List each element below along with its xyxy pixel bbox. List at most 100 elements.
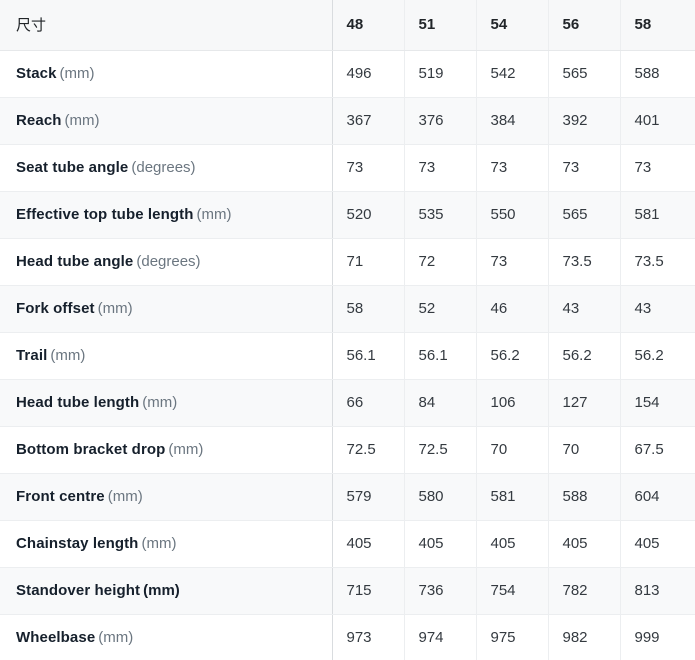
cell-value-size-54: 106 bbox=[476, 379, 549, 427]
cell-value-size-58: 56.2 bbox=[620, 332, 695, 380]
row-label-unit: (mm) bbox=[97, 300, 133, 317]
row-label-name: Standover height bbox=[16, 582, 141, 599]
cell-value-size-54: 405 bbox=[476, 520, 549, 568]
row-label: Fork offset (mm) bbox=[0, 285, 333, 333]
row-label-unit: (mm) bbox=[141, 535, 177, 552]
cell-value-size-56: 565 bbox=[548, 50, 621, 98]
row-label: Bottom bracket drop (mm) bbox=[0, 426, 333, 474]
cell-value-size-58: 73.5 bbox=[620, 238, 695, 286]
cell-value-size-48: 496 bbox=[332, 50, 405, 98]
row-label: Wheelbase (mm) bbox=[0, 614, 333, 660]
table-row: Standover height (mm) 715 736 754 782 813 bbox=[0, 567, 695, 615]
row-label: Reach (mm) bbox=[0, 97, 333, 145]
row-label-name: Seat tube angle bbox=[16, 159, 129, 176]
cell-value-size-51: 405 bbox=[404, 520, 477, 568]
row-label-unit: (mm) bbox=[107, 488, 143, 505]
cell-value-size-56: 982 bbox=[548, 614, 621, 660]
bike-geometry-table-container: 尺寸 48 51 54 56 58 Stack (mm) 496 519 542 565 5… bbox=[0, 0, 695, 660]
column-header-size-label: 尺寸 bbox=[0, 0, 333, 51]
row-label: Seat tube angle (degrees) bbox=[0, 144, 333, 192]
row-label-name: Effective top tube length bbox=[16, 206, 194, 223]
cell-value-size-54: 542 bbox=[476, 50, 549, 98]
cell-value-size-58: 73 bbox=[620, 144, 695, 192]
row-label-name: Stack bbox=[16, 65, 57, 82]
cell-value-size-51: 736 bbox=[404, 567, 477, 615]
row-label-unit: (mm) bbox=[196, 206, 232, 223]
table-header-row: 尺寸 48 51 54 56 58 bbox=[0, 0, 695, 51]
row-label: Effective top tube length (mm) bbox=[0, 191, 333, 239]
cell-value-size-54: 581 bbox=[476, 473, 549, 521]
cell-value-size-48: 66 bbox=[332, 379, 405, 427]
table-row: Front centre (mm) 579 580 581 588 604 bbox=[0, 473, 695, 521]
cell-value-size-54: 46 bbox=[476, 285, 549, 333]
table-row: Fork offset (mm) 58 52 46 43 43 bbox=[0, 285, 695, 333]
column-header-size-48: 48 bbox=[332, 0, 405, 51]
cell-value-size-54: 56.2 bbox=[476, 332, 549, 380]
column-header-size-58: 58 bbox=[620, 0, 695, 51]
row-label-unit: (mm) bbox=[142, 394, 178, 411]
table-row: Chainstay length (mm) 405 405 405 405 405 bbox=[0, 520, 695, 568]
cell-value-size-56: 73 bbox=[548, 144, 621, 192]
cell-value-size-56: 392 bbox=[548, 97, 621, 145]
cell-value-size-51: 376 bbox=[404, 97, 477, 145]
table-row: Head tube angle (degrees) 71 72 73 73.5 73.5 bbox=[0, 238, 695, 286]
cell-value-size-58: 604 bbox=[620, 473, 695, 521]
cell-value-size-56: 73.5 bbox=[548, 238, 621, 286]
cell-value-size-48: 71 bbox=[332, 238, 405, 286]
cell-value-size-51: 580 bbox=[404, 473, 477, 521]
cell-value-size-48: 520 bbox=[332, 191, 405, 239]
row-label-name: Trail bbox=[16, 347, 48, 364]
cell-value-size-48: 715 bbox=[332, 567, 405, 615]
cell-value-size-48: 405 bbox=[332, 520, 405, 568]
cell-value-size-54: 384 bbox=[476, 97, 549, 145]
cell-value-size-48: 72.5 bbox=[332, 426, 405, 474]
table-row: Seat tube angle (degrees) 73 73 73 73 73 bbox=[0, 144, 695, 192]
row-label: Trail (mm) bbox=[0, 332, 333, 380]
row-label: Standover height (mm) bbox=[0, 567, 333, 615]
cell-value-size-54: 73 bbox=[476, 144, 549, 192]
row-label-unit: (degrees) bbox=[136, 253, 201, 270]
cell-value-size-58: 405 bbox=[620, 520, 695, 568]
table-row: Effective top tube length (mm) 520 535 550 56… bbox=[0, 191, 695, 239]
row-label-name: Bottom bracket drop bbox=[16, 441, 166, 458]
row-label-name: Wheelbase bbox=[16, 629, 96, 646]
cell-value-size-51: 974 bbox=[404, 614, 477, 660]
bike-geometry-table: 尺寸 48 51 54 56 58 Stack (mm) 496 519 542 565 5… bbox=[0, 0, 695, 660]
cell-value-size-56: 782 bbox=[548, 567, 621, 615]
cell-value-size-54: 550 bbox=[476, 191, 549, 239]
cell-value-size-48: 56.1 bbox=[332, 332, 405, 380]
cell-value-size-51: 519 bbox=[404, 50, 477, 98]
cell-value-size-51: 52 bbox=[404, 285, 477, 333]
table-row: Wheelbase (mm) 973 974 975 982 999 bbox=[0, 614, 695, 660]
cell-value-size-48: 973 bbox=[332, 614, 405, 660]
column-header-size-56: 56 bbox=[548, 0, 621, 51]
column-header-size-54: 54 bbox=[476, 0, 549, 51]
cell-value-size-56: 565 bbox=[548, 191, 621, 239]
cell-value-size-48: 367 bbox=[332, 97, 405, 145]
row-label-name: Reach bbox=[16, 112, 62, 129]
table-row: Reach (mm) 367 376 384 392 401 bbox=[0, 97, 695, 145]
cell-value-size-51: 72.5 bbox=[404, 426, 477, 474]
cell-value-size-48: 73 bbox=[332, 144, 405, 192]
cell-value-size-58: 588 bbox=[620, 50, 695, 98]
table-body: Stack (mm) 496 519 542 565 588 Reach (mm) 367 376 3… bbox=[0, 50, 695, 660]
table-header: 尺寸 48 51 54 56 58 bbox=[0, 0, 695, 51]
cell-value-size-58: 813 bbox=[620, 567, 695, 615]
row-label-unit: (mm) bbox=[143, 582, 180, 599]
row-label-name: Front centre bbox=[16, 488, 105, 505]
cell-value-size-58: 581 bbox=[620, 191, 695, 239]
row-label: Front centre (mm) bbox=[0, 473, 333, 521]
cell-value-size-56: 405 bbox=[548, 520, 621, 568]
cell-value-size-51: 72 bbox=[404, 238, 477, 286]
cell-value-size-54: 754 bbox=[476, 567, 549, 615]
table-row: Trail (mm) 56.1 56.1 56.2 56.2 56.2 bbox=[0, 332, 695, 380]
table-row: Bottom bracket drop (mm) 72.5 72.5 70 70 67.5 bbox=[0, 426, 695, 474]
column-header-size-51: 51 bbox=[404, 0, 477, 51]
table-row: Head tube length (mm) 66 84 106 127 154 bbox=[0, 379, 695, 427]
cell-value-size-58: 154 bbox=[620, 379, 695, 427]
row-label: Head tube length (mm) bbox=[0, 379, 333, 427]
cell-value-size-54: 975 bbox=[476, 614, 549, 660]
cell-value-size-51: 56.1 bbox=[404, 332, 477, 380]
row-label-unit: (mm) bbox=[50, 347, 86, 364]
cell-value-size-58: 401 bbox=[620, 97, 695, 145]
